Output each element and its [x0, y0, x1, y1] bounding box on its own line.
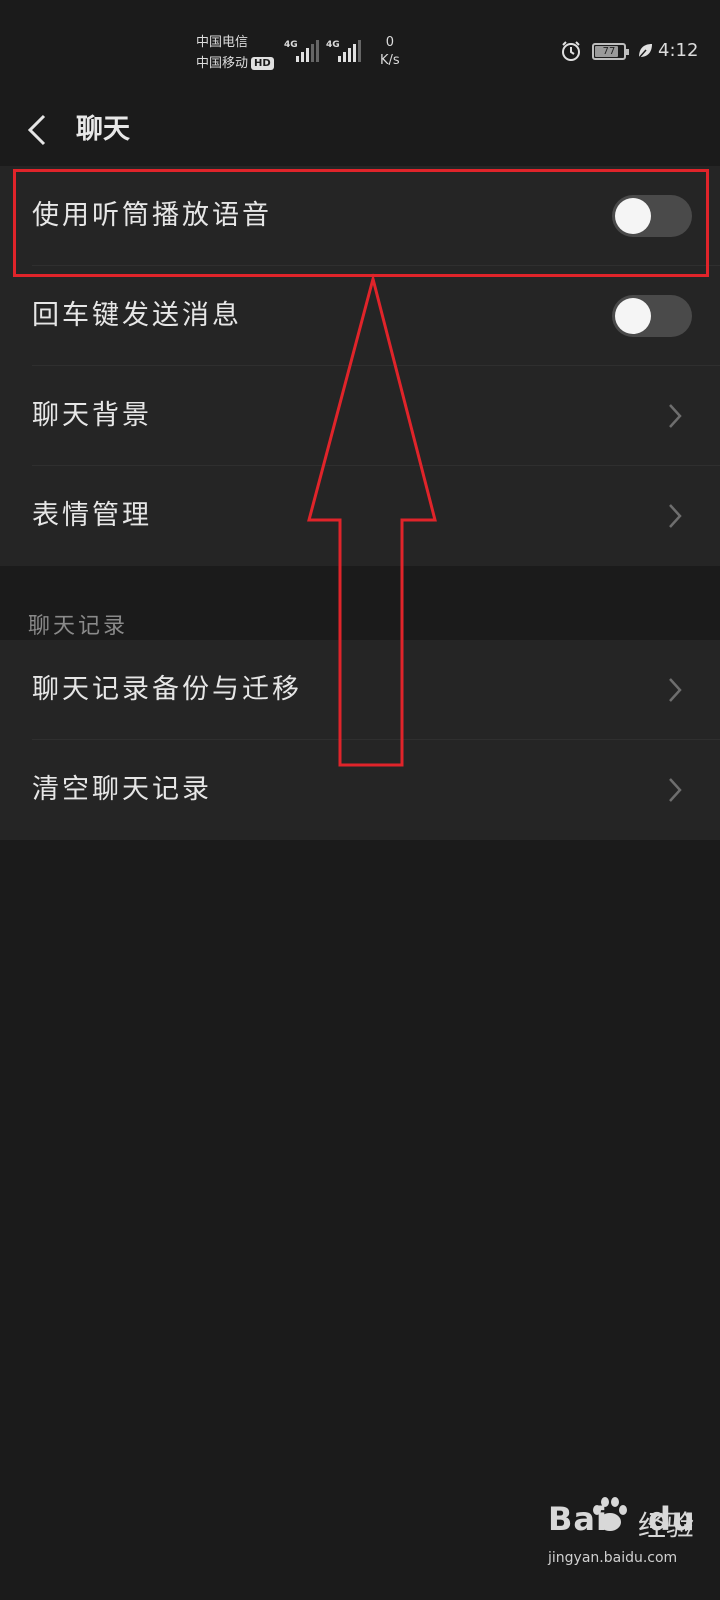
network-speed: 0 K/s — [380, 35, 400, 68]
header-bar: 聊天 — [0, 100, 720, 168]
chat-history-group: 聊天记录备份与迁移 清空聊天记录 — [0, 640, 720, 840]
setting-label: 聊天背景 — [32, 400, 152, 431]
section-title-chat-history: 聊天记录 — [28, 614, 129, 639]
setting-row-chat-background[interactable]: 聊天背景 — [0, 366, 720, 466]
setting-row-clear-history[interactable]: 清空聊天记录 — [0, 740, 720, 840]
battery-level: 77 — [602, 46, 616, 57]
chevron-right-icon — [669, 678, 682, 702]
setting-row-backup-migrate[interactable]: 聊天记录备份与迁移 — [0, 640, 720, 740]
carrier-2: 中国移动 — [196, 56, 249, 71]
chevron-right-icon — [669, 404, 682, 428]
setting-label: 清空聊天记录 — [32, 774, 212, 805]
watermark-url: jingyan.baidu.com — [548, 1550, 678, 1566]
enter-to-send-toggle[interactable] — [612, 295, 692, 337]
status-bar: 中国电信 中国移动 HD 4G 4G 0 K/s 77 4:12 — [0, 0, 720, 100]
setting-row-enter-to-send[interactable]: 回车键发送消息 — [0, 266, 720, 366]
setting-row-sticker-management[interactable]: 表情管理 — [0, 466, 720, 566]
power-saving-leaf-icon — [637, 44, 652, 60]
setting-label: 聊天记录备份与迁移 — [32, 674, 302, 705]
toggle-knob — [615, 298, 651, 334]
baidu-jingyan-watermark: Bai du 经验 jingyan.baidu.com — [548, 1497, 708, 1584]
alarm-icon — [562, 41, 580, 61]
carrier-info: 中国电信 中国移动 HD — [196, 32, 274, 74]
highlight-box — [13, 169, 709, 277]
page-title: 聊天 — [76, 114, 130, 145]
clock: 4:12 — [658, 40, 699, 61]
battery-icon: 77 — [592, 43, 629, 60]
setting-label: 回车键发送消息 — [32, 300, 242, 331]
watermark-suffix: 经验 — [638, 1509, 695, 1542]
setting-label: 表情管理 — [32, 500, 152, 531]
chevron-right-icon — [669, 778, 682, 802]
back-arrow-icon[interactable] — [24, 110, 50, 150]
carrier-1: 中国电信 — [196, 35, 249, 50]
paw-logo-icon — [593, 1497, 627, 1531]
hd-badge: HD — [251, 57, 274, 70]
chevron-right-icon — [669, 504, 682, 528]
